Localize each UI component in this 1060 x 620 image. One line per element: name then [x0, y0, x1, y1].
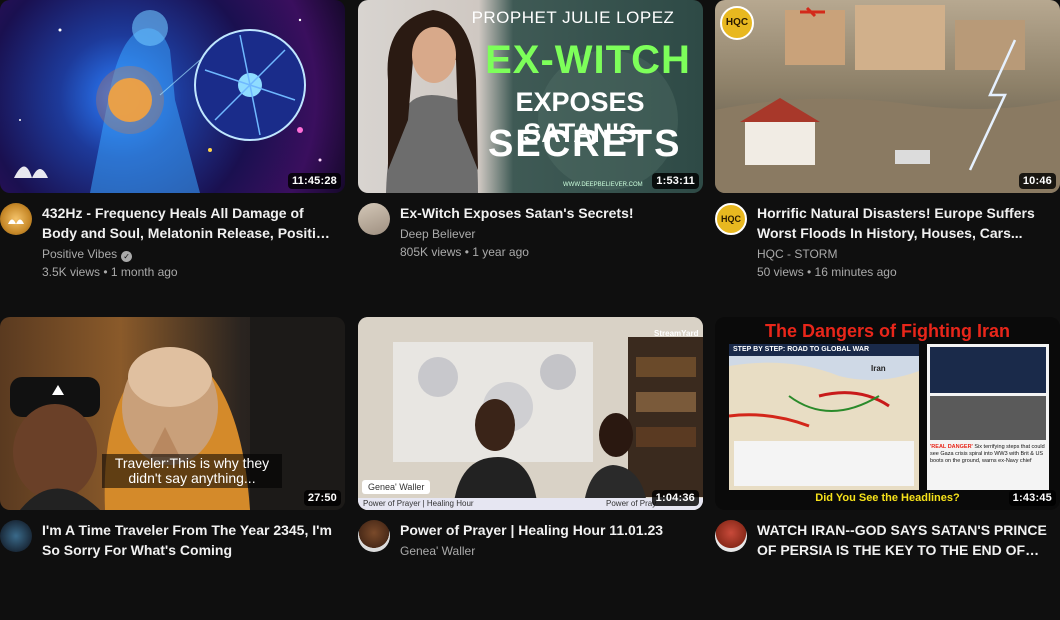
ticker-left: Power of Prayer | Healing Hour: [363, 499, 474, 508]
hqc-avatar-logo: HQC: [721, 214, 741, 224]
channel-avatar[interactable]: [0, 520, 32, 552]
channel-avatar[interactable]: [358, 203, 390, 235]
thumbnail-caption: Traveler:This is why they didn't say any…: [102, 454, 282, 488]
video-title[interactable]: Horrific Natural Disasters! Europe Suffe…: [757, 203, 1047, 243]
video-duration: 11:45:28: [287, 173, 341, 189]
video-card[interactable]: PROPHET JULIE LOPEZ EX-WITCH EXPOSES SAT…: [358, 0, 703, 303]
news-panel: 'REAL DANGER' Six terrifying steps that …: [927, 344, 1049, 490]
name-tag: Genea' Waller: [362, 480, 431, 494]
channel-avatar[interactable]: [0, 203, 32, 235]
news-red-flag: 'REAL DANGER': [930, 444, 973, 450]
video-thumbnail[interactable]: Traveler:This is why they didn't say any…: [0, 317, 345, 510]
channel-avatar[interactable]: [715, 520, 747, 552]
video-stats: 50 views • 16 minutes ago: [757, 265, 897, 279]
video-title[interactable]: WATCH IRAN--GOD SAYS SATAN'S PRINCE OF P…: [757, 520, 1047, 560]
video-thumbnail[interactable]: 11:45:28: [0, 0, 345, 193]
video-thumbnail[interactable]: StreamYard Genea' Waller Power of Prayer…: [358, 317, 703, 510]
video-duration: 1:04:36: [651, 490, 699, 506]
video-card[interactable]: StreamYard Genea' Waller Power of Prayer…: [358, 317, 703, 620]
video-card[interactable]: Traveler:This is why they didn't say any…: [0, 317, 345, 620]
lotus-icon: [8, 219, 24, 224]
video-duration: 10:46: [1018, 173, 1056, 189]
map-label: Iran: [871, 364, 886, 373]
video-title[interactable]: Ex-Witch Exposes Satan's Secrets!: [400, 203, 690, 223]
video-duration: 1:43:45: [1008, 490, 1056, 506]
video-title[interactable]: Power of Prayer | Healing Hour 11.01.23: [400, 520, 690, 540]
thumbnail-headline: The Dangers of Fighting Iran: [764, 321, 1010, 341]
channel-name[interactable]: HQC - STORM: [757, 247, 837, 261]
video-thumbnail[interactable]: PROPHET JULIE LOPEZ EX-WITCH EXPOSES SAT…: [358, 0, 703, 193]
channel-name[interactable]: Genea' Waller: [400, 544, 475, 558]
video-card[interactable]: 11:45:28 432Hz - Frequency Heals All Dam…: [0, 0, 345, 303]
video-title[interactable]: I'm A Time Traveler From The Year 2345, …: [42, 520, 332, 560]
channel-avatar[interactable]: HQC: [715, 203, 747, 235]
streamyard-logo: StreamYard: [654, 329, 699, 338]
video-title[interactable]: 432Hz - Frequency Heals All Damage of Bo…: [42, 203, 332, 243]
thumbnail-headline-3: SECRETS: [488, 123, 682, 165]
war-map: STEP BY STEP: ROAD TO GLOBAL WAR Iran: [729, 344, 919, 490]
ticker-right: Power of Pray: [606, 499, 657, 508]
video-card[interactable]: HQC 10:46 HQC Horrific Natural Disasters…: [715, 0, 1060, 303]
video-thumbnail[interactable]: The Dangers of Fighting Iran STEP BY STE…: [715, 317, 1060, 510]
map-title: STEP BY STEP: ROAD TO GLOBAL WAR: [729, 344, 919, 356]
video-duration: 27:50: [303, 490, 341, 506]
thumbnail-top-text: PROPHET JULIE LOPEZ: [471, 8, 675, 27]
news-text: 'REAL DANGER' Six terrifying steps that …: [930, 444, 1046, 465]
meditation-art: [14, 10, 322, 193]
video-thumbnail[interactable]: HQC 10:46: [715, 0, 1060, 193]
video-duration: 1:53:11: [652, 173, 699, 189]
channel-name-text: Positive Vibes: [42, 247, 118, 261]
channel-name[interactable]: Deep Believer: [400, 227, 475, 241]
thumbnail-headline-1: EX-WITCH: [485, 38, 691, 82]
verified-icon: ✓: [121, 251, 133, 262]
thumbnail-footer: WWW.DEEPBELIEVER.COM: [563, 182, 643, 188]
video-card[interactable]: The Dangers of Fighting Iran STEP BY STE…: [715, 317, 1060, 620]
hqc-logo: HQC: [720, 6, 754, 40]
flood-art: [715, 5, 1060, 193]
video-stats: 3.5K views • 1 month ago: [42, 265, 178, 279]
channel-avatar[interactable]: [358, 520, 390, 552]
channel-name[interactable]: Positive Vibes ✓: [42, 247, 133, 262]
video-stats: 805K views • 1 year ago: [400, 245, 529, 259]
